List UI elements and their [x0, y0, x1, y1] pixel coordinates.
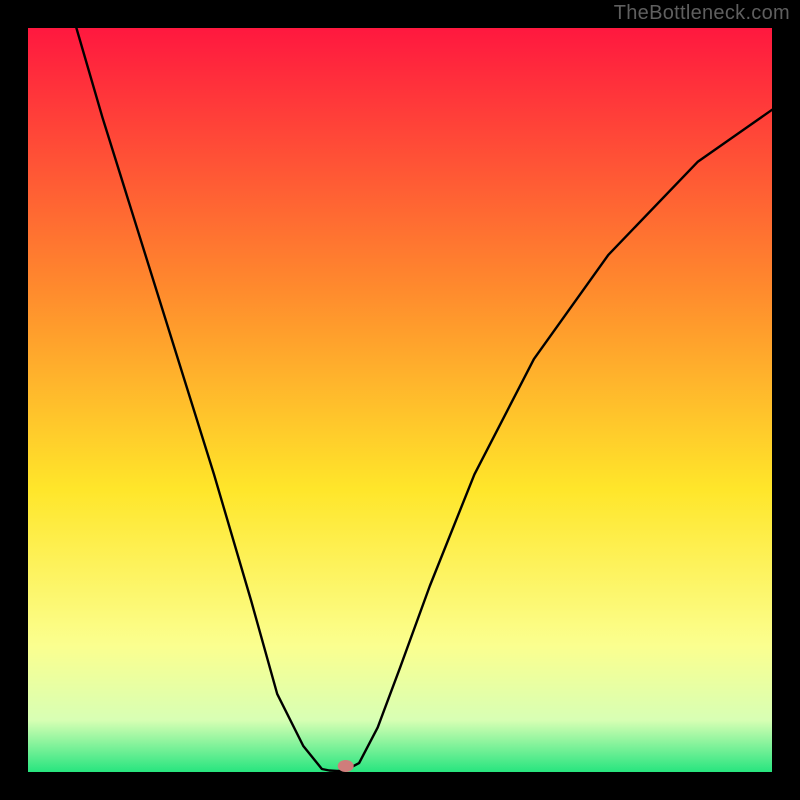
optimal-point-marker	[338, 760, 354, 772]
plot-background	[28, 28, 772, 772]
bottleneck-chart	[0, 0, 800, 800]
chart-frame: TheBottleneck.com	[0, 0, 800, 800]
